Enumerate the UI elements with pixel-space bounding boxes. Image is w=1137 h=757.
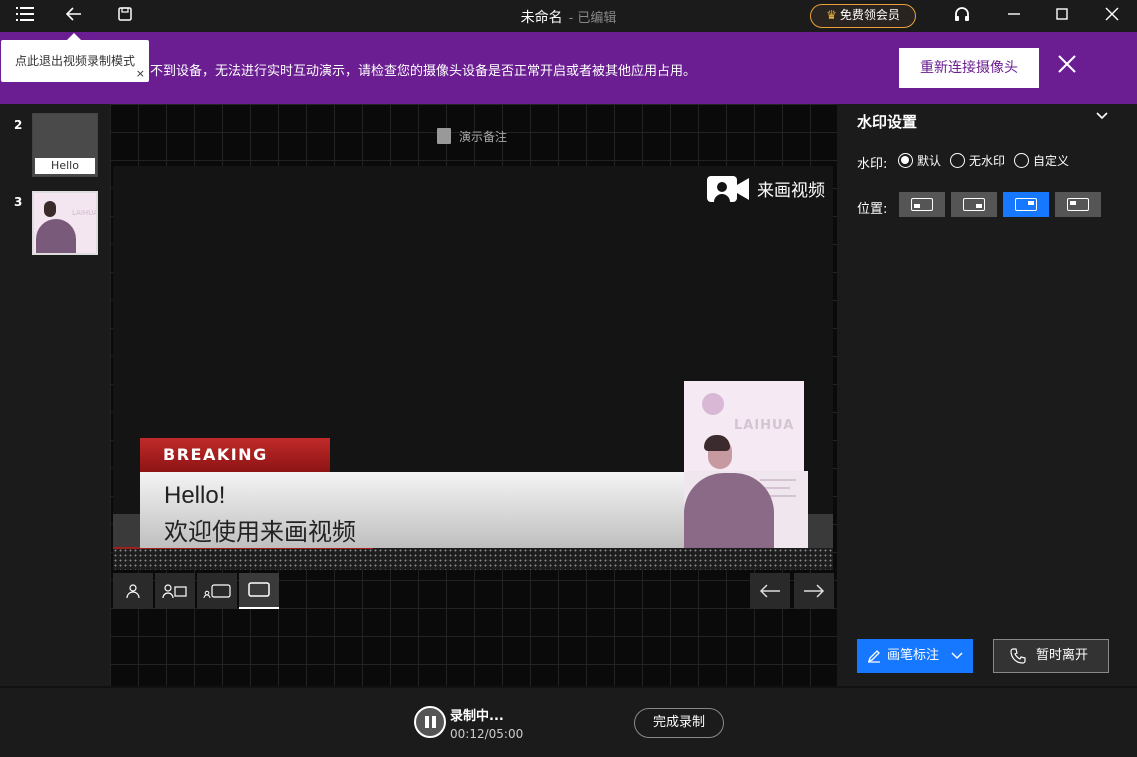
notes-icon xyxy=(437,128,451,144)
headset-icon[interactable] xyxy=(952,6,972,26)
watermark-option-custom[interactable]: 自定义 xyxy=(1014,152,1069,169)
person-head xyxy=(44,201,56,217)
chevron-down-icon[interactable] xyxy=(1095,108,1109,126)
thumb-caption: Hello xyxy=(35,158,95,174)
pause-icon[interactable] xyxy=(414,706,446,738)
phone-icon xyxy=(1010,648,1026,664)
small-person-screen-icon xyxy=(203,584,231,599)
watermark-option-none[interactable]: 无水印 xyxy=(950,152,1005,169)
layout-screen-button[interactable] xyxy=(239,573,279,609)
illustration-card: LAIHUA xyxy=(684,381,808,548)
vip-label: 免费领会员 xyxy=(839,8,900,22)
radio-selected xyxy=(898,153,913,168)
brand-text: 来画视频 xyxy=(757,181,825,201)
arrow-left-icon xyxy=(759,584,780,598)
minimize-icon[interactable] xyxy=(1004,6,1024,26)
option-label: 默认 xyxy=(917,154,942,168)
slide-number: 2 xyxy=(14,118,23,132)
radio xyxy=(950,153,965,168)
layout-person-screen-button[interactable] xyxy=(155,573,195,609)
position-frame-icon xyxy=(963,198,985,211)
slide-thumbnail-selected[interactable]: LAIHUA xyxy=(32,191,98,255)
card-line xyxy=(760,479,796,481)
video-canvas: 来画视频 BREAKING NEWS Hello! 欢迎使用来画视频 LAIHU… xyxy=(113,166,833,570)
finish-recording-button[interactable]: 完成录制 xyxy=(634,708,724,738)
option-label: 无水印 xyxy=(969,154,1006,168)
camera-logo-icon xyxy=(707,176,749,202)
exit-recording-tooltip: 点此退出视频录制模式 × xyxy=(1,33,149,82)
recording-status: 录制中... xyxy=(450,709,504,724)
slide-number: 3 xyxy=(14,195,23,209)
close-icon[interactable] xyxy=(1102,6,1122,26)
watermark-option-default[interactable]: 默认 xyxy=(898,152,941,169)
headline-line-1: Hello! xyxy=(164,482,226,509)
edit-status: - 已编辑 xyxy=(568,11,617,26)
next-slide-button[interactable] xyxy=(794,573,834,609)
document-title: 未命名 xyxy=(520,10,563,26)
person-screen-icon xyxy=(162,584,187,599)
maximize-icon[interactable] xyxy=(1052,6,1072,26)
person-icon xyxy=(126,584,140,599)
thumb-logo: LAIHUA xyxy=(72,209,98,217)
position-frame-icon xyxy=(1015,198,1037,211)
vip-button[interactable]: ♛ 免费领会员 xyxy=(810,4,916,28)
position-top-left[interactable] xyxy=(1055,192,1101,217)
position-bottom-left[interactable] xyxy=(899,192,945,217)
breaking-news-label: BREAKING NEWS xyxy=(140,438,330,498)
chevron-down-icon[interactable] xyxy=(951,651,963,661)
watermark-settings-panel: 水印设置 水印: 默认 无水印 自定义 位置: xyxy=(837,104,1137,686)
radio xyxy=(1014,153,1029,168)
notes-label: 演示备注 xyxy=(459,130,508,144)
temporarily-away-button[interactable]: 暂时离开 xyxy=(993,639,1109,673)
crown-icon: ♛ xyxy=(826,8,837,22)
lower-third: Hello! 欢迎使用来画视频 xyxy=(140,472,695,548)
title-bar: 未命名 - 已编辑 ♛ 免费领会员 xyxy=(0,0,1137,32)
presentation-notes[interactable]: 演示备注 xyxy=(437,128,507,145)
like-icon xyxy=(702,393,724,415)
reconnect-camera-button[interactable]: 重新连接摄像头 xyxy=(899,48,1039,88)
person-body xyxy=(684,473,774,548)
recording-bar xyxy=(0,686,1137,757)
position-top-right[interactable] xyxy=(1003,192,1049,217)
person-illustration xyxy=(36,219,76,253)
headline-line-2: 欢迎使用来画视频 xyxy=(164,518,356,546)
pen-icon xyxy=(867,650,880,663)
previous-slide-button[interactable] xyxy=(750,573,790,609)
away-label: 暂时离开 xyxy=(1036,648,1089,663)
recording-time: 00:12/05:00 xyxy=(450,727,524,741)
person-hair xyxy=(704,435,730,451)
screen-icon xyxy=(248,582,270,597)
tooltip-text: 点此退出视频录制模式 xyxy=(15,54,136,68)
watermark-title: 水印设置 xyxy=(857,113,918,131)
position-bottom-right[interactable] xyxy=(951,192,997,217)
layout-small-person-button[interactable] xyxy=(197,573,237,609)
position-frame-icon xyxy=(911,198,933,211)
banner-close-icon[interactable] xyxy=(1054,54,1080,80)
arrow-right-icon xyxy=(804,584,825,598)
layout-person-button[interactable] xyxy=(113,573,153,609)
position-label: 位置: xyxy=(857,202,888,217)
slide-thumbnail[interactable]: Hello xyxy=(32,113,98,177)
card-logo: LAIHUA xyxy=(734,418,795,433)
dot-pattern xyxy=(113,548,833,570)
pen-annotation-button[interactable]: 画笔标注 xyxy=(857,639,973,673)
option-label: 自定义 xyxy=(1033,154,1070,168)
position-frame-icon xyxy=(1067,198,1089,211)
slide-list: 2 Hello 3 LAIHUA xyxy=(0,104,110,686)
banner-message: 不到设备，无法进行实时互动演示，请检查您的摄像头设备是否正常开启或者被其他应用占… xyxy=(150,64,697,79)
pen-label: 画笔标注 xyxy=(887,648,940,663)
tooltip-close-icon[interactable]: × xyxy=(136,67,145,80)
watermark-label: 水印: xyxy=(857,157,888,172)
watermark-brand: 来画视频 xyxy=(705,174,825,204)
